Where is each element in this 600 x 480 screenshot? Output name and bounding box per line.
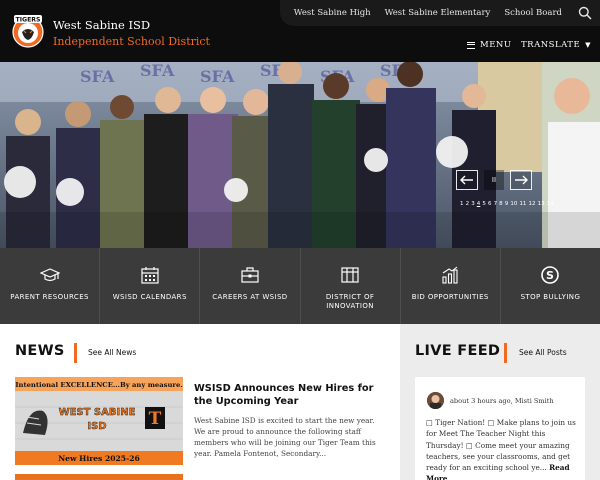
slide-number[interactable]: 11	[519, 201, 526, 207]
pause-slideshow-button[interactable]: II	[484, 170, 504, 190]
link-school-board[interactable]: School Board	[504, 8, 562, 18]
news-article-image[interactable]: Intentional EXCELLENCE...By any measure.…	[15, 377, 183, 465]
chevron-down-icon: ▼	[585, 41, 592, 49]
quick-links-bar: PARENT RESOURCES WSISD CALENDARS CAREERS…	[0, 248, 600, 324]
search-icon[interactable]	[578, 5, 594, 21]
graduation-cap-icon	[39, 268, 60, 282]
live-feed-heading: LIVE FEED	[415, 343, 501, 359]
top-links-bar: West Sabine High West Sabine Elementary …	[279, 0, 600, 26]
svg-text:SFA: SFA	[140, 62, 175, 80]
live-feed-post: about 3 hours ago, Misti Smith □ Tiger N…	[415, 377, 585, 480]
slide-number[interactable]: 9	[505, 201, 509, 207]
slide-number[interactable]: 1	[460, 201, 464, 207]
news-image-title-line2: ISD	[87, 421, 106, 432]
quick-link-label: CAREERS AT WSISD	[212, 293, 288, 301]
news-image-footer: New Hires 2025-26	[58, 454, 140, 463]
next-news-image[interactable]	[15, 474, 183, 480]
see-all-news-link[interactable]: See All News	[88, 348, 136, 357]
menu-label: MENU	[480, 40, 512, 50]
translate-label: TRANSLATE	[521, 40, 581, 50]
quick-link-label: STOP BULLYING	[520, 293, 581, 301]
bar-chart-icon	[442, 266, 458, 284]
site-header: TIGERS West Sabine ISD Independent Schoo…	[0, 0, 600, 62]
briefcase-icon	[241, 267, 259, 283]
svg-text:SFA: SFA	[200, 67, 235, 86]
quick-link-label: BID OPPORTUNITIES	[411, 293, 489, 301]
svg-text:SFA: SFA	[80, 67, 115, 86]
slide-number-active[interactable]: 4	[477, 201, 481, 207]
slide-number[interactable]: 3	[471, 201, 475, 207]
building-columns-icon	[341, 267, 359, 283]
slide-number[interactable]: 14	[547, 201, 554, 207]
next-slide-button[interactable]	[510, 170, 532, 190]
menu-button[interactable]: MENU	[467, 40, 512, 50]
slider-controls: II	[456, 170, 532, 190]
district-logo[interactable]: TIGERS	[10, 12, 46, 48]
quick-link-careers[interactable]: CAREERS AT WSISD	[200, 248, 301, 324]
stop-bullying-icon: S	[541, 266, 560, 284]
avatar[interactable]	[427, 392, 444, 409]
slide-number[interactable]: 2	[466, 201, 470, 207]
news-image-title-line1: WEST SABINE	[59, 407, 136, 418]
quick-link-district-of-innovation[interactable]: DISTRICT OF INNOVATION	[301, 248, 401, 324]
link-west-sabine-elementary[interactable]: West Sabine Elementary	[385, 8, 491, 18]
hamburger-icon	[467, 41, 475, 49]
svg-text:T: T	[149, 409, 162, 429]
slide-pagination: 1 2 3 4 5 6 7 8 9 10 11 12 13 14	[460, 201, 556, 207]
district-name[interactable]: West Sabine ISD	[53, 18, 150, 32]
heading-divider	[504, 343, 507, 363]
quick-link-stop-bullying[interactable]: S STOP BULLYING	[501, 248, 600, 324]
translate-button[interactable]: TRANSLATE ▼	[521, 40, 591, 50]
slide-number[interactable]: 13	[538, 201, 545, 207]
news-image-banner: Intentional EXCELLENCE...By any measure.	[15, 381, 182, 389]
news-section: NEWS See All News Intentional EXCELLENCE…	[0, 324, 400, 480]
news-summary: West Sabine ISD is excited to start the …	[194, 416, 376, 458]
heading-divider	[74, 343, 77, 363]
quick-link-bid-opportunities[interactable]: BID OPPORTUNITIES	[401, 248, 501, 324]
post-meta: about 3 hours ago, Misti Smith	[450, 397, 554, 405]
see-all-posts-link[interactable]: See All Posts	[519, 348, 567, 357]
slide-number[interactable]: 7	[494, 201, 498, 207]
news-heading: NEWS	[15, 343, 65, 359]
quick-link-label: DISTRICT OF INNOVATION	[325, 293, 375, 310]
link-west-sabine-high[interactable]: West Sabine High	[294, 8, 371, 18]
slide-number[interactable]: 6	[488, 201, 492, 207]
live-feed-section: LIVE FEED See All Posts about 3 hours ag…	[400, 324, 600, 480]
previous-slide-button[interactable]	[456, 170, 478, 190]
quick-link-calendars[interactable]: WSISD CALENDARS	[100, 248, 201, 324]
slide-number[interactable]: 12	[529, 201, 536, 207]
arrow-left-icon	[460, 175, 473, 185]
news-headline[interactable]: WSISD Announces New Hires for the Upcomi…	[194, 382, 384, 408]
hero-photo: SFASFASFA SFASFASFA	[0, 62, 600, 248]
svg-text:S: S	[546, 269, 554, 282]
arrow-right-icon	[515, 175, 528, 185]
district-subtitle: Independent School District	[53, 35, 210, 48]
post-text: □ Tiger Nation! □ Make plans to join us …	[426, 417, 576, 480]
calendar-icon	[141, 267, 159, 284]
quick-link-label: PARENT RESOURCES	[10, 293, 89, 301]
quick-link-parent-resources[interactable]: PARENT RESOURCES	[0, 248, 101, 324]
slide-number[interactable]: 8	[499, 201, 503, 207]
logo-text: TIGERS	[15, 17, 40, 24]
hero-slideshow[interactable]: SFASFASFA SFASFASFA	[0, 62, 600, 248]
slide-number[interactable]: 5	[482, 201, 486, 207]
slide-number[interactable]: 10	[510, 201, 517, 207]
quick-link-label: WSISD CALENDARS	[112, 293, 187, 301]
